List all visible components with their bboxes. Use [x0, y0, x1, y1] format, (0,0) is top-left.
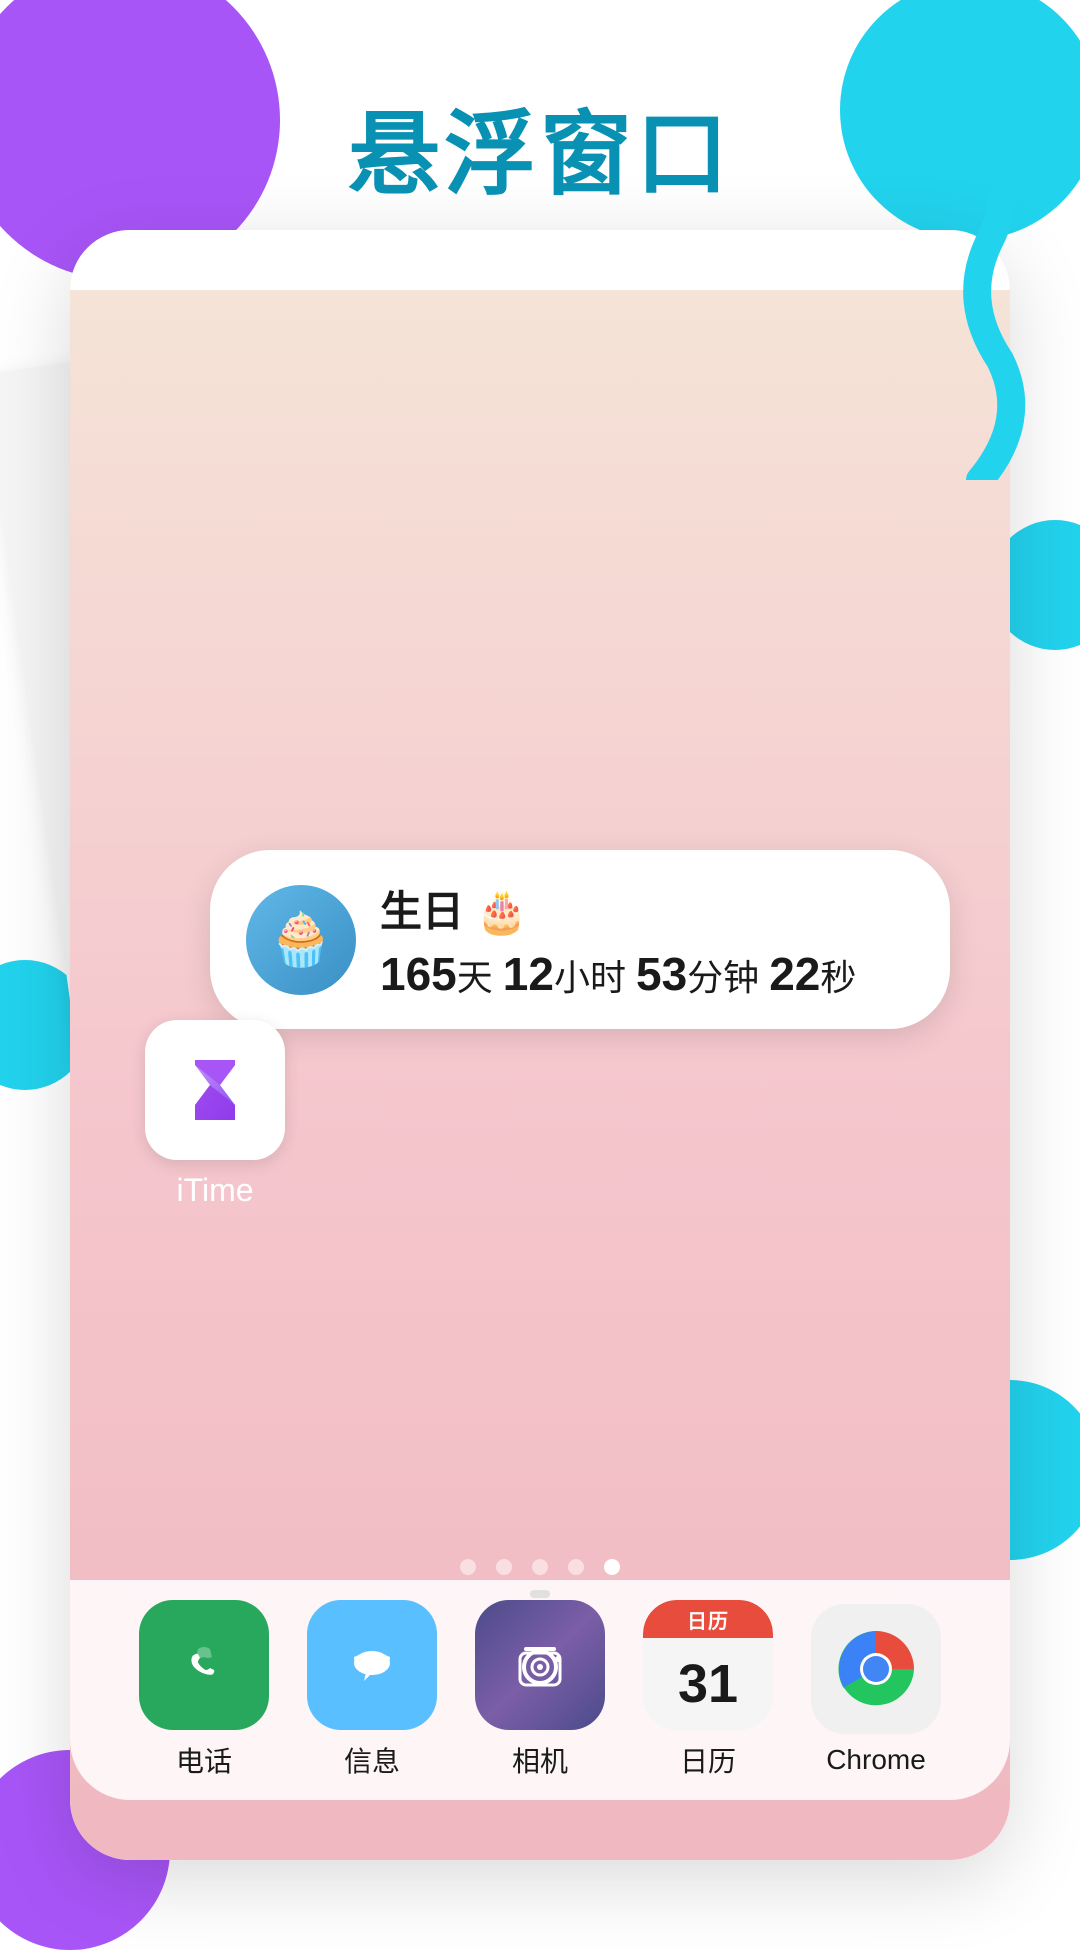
itime-icon-svg: [170, 1045, 260, 1135]
hours-unit: 小时: [554, 957, 626, 998]
phone-icon-svg: [168, 1629, 240, 1701]
dock-item-phone[interactable]: 电话: [139, 1600, 269, 1780]
seconds-unit: 秒: [820, 957, 856, 998]
seconds-number: 22: [769, 948, 820, 1000]
chrome-icon-svg: [831, 1624, 921, 1714]
floating-widget[interactable]: 🧁 生日 🎂 165天 12小时 53分钟 22秒: [210, 850, 950, 1029]
widget-title: 生日 🎂: [380, 878, 914, 939]
title-area: 悬浮窗口: [0, 80, 1080, 213]
dock-item-calendar[interactable]: 日历 31 日历: [643, 1600, 773, 1780]
dock-item-messages[interactable]: 信息: [307, 1600, 437, 1780]
itime-app-container[interactable]: iTime: [145, 1020, 285, 1209]
phone-mockup: 🧁 生日 🎂 165天 12小时 53分钟 22秒: [70, 230, 1010, 1860]
days-number: 165: [380, 948, 457, 1000]
itime-icon[interactable]: [145, 1020, 285, 1160]
messages-app-icon[interactable]: [307, 1600, 437, 1730]
calendar-app-icon[interactable]: 日历 31: [643, 1600, 773, 1730]
page-title: 悬浮窗口: [0, 80, 1080, 213]
widget-text: 生日 🎂 165天 12小时 53分钟 22秒: [380, 878, 914, 1001]
messages-label: 信息: [344, 1740, 400, 1780]
camera-icon-svg: [500, 1625, 580, 1705]
countdown-hours: 12小时: [503, 957, 636, 998]
dot-2[interactable]: [496, 1559, 512, 1575]
dock: 电话 信息: [70, 1580, 1010, 1800]
dock-item-chrome[interactable]: Chrome: [811, 1604, 941, 1776]
dot-3[interactable]: [532, 1559, 548, 1575]
dot-4[interactable]: [568, 1559, 584, 1575]
phone-app-icon[interactable]: [139, 1600, 269, 1730]
widget-countdown: 165天 12小时 53分钟 22秒: [380, 947, 914, 1001]
minutes-number: 53: [636, 948, 687, 1000]
dot-5-active[interactable]: [604, 1559, 620, 1575]
widget-avatar-emoji: 🧁: [246, 885, 356, 995]
itime-label: iTime: [176, 1172, 253, 1209]
widget-avatar: 🧁: [246, 885, 356, 995]
countdown-days: 165天: [380, 957, 503, 998]
minutes-unit: 分钟: [687, 957, 759, 998]
chrome-app-icon[interactable]: [811, 1604, 941, 1734]
days-unit: 天: [457, 957, 493, 998]
dock-item-camera[interactable]: 相机: [475, 1600, 605, 1780]
camera-label: 相机: [512, 1740, 568, 1780]
camera-indicator: [530, 1590, 550, 1598]
phone-label: 电话: [176, 1740, 232, 1780]
countdown-minutes: 53分钟: [636, 957, 769, 998]
dot-1[interactable]: [460, 1559, 476, 1575]
hours-number: 12: [503, 948, 554, 1000]
phone-screen: 🧁 生日 🎂 165天 12小时 53分钟 22秒: [70, 230, 1010, 1860]
messages-icon-svg: [336, 1629, 408, 1701]
calendar-label: 日历: [680, 1740, 736, 1780]
countdown-seconds: 22秒: [769, 957, 856, 998]
calendar-date: 31: [678, 1653, 738, 1715]
page-dots: [70, 1559, 1010, 1575]
camera-app-icon[interactable]: [475, 1600, 605, 1730]
phone-top-bar: [70, 230, 1010, 290]
chrome-label: Chrome: [826, 1744, 926, 1776]
